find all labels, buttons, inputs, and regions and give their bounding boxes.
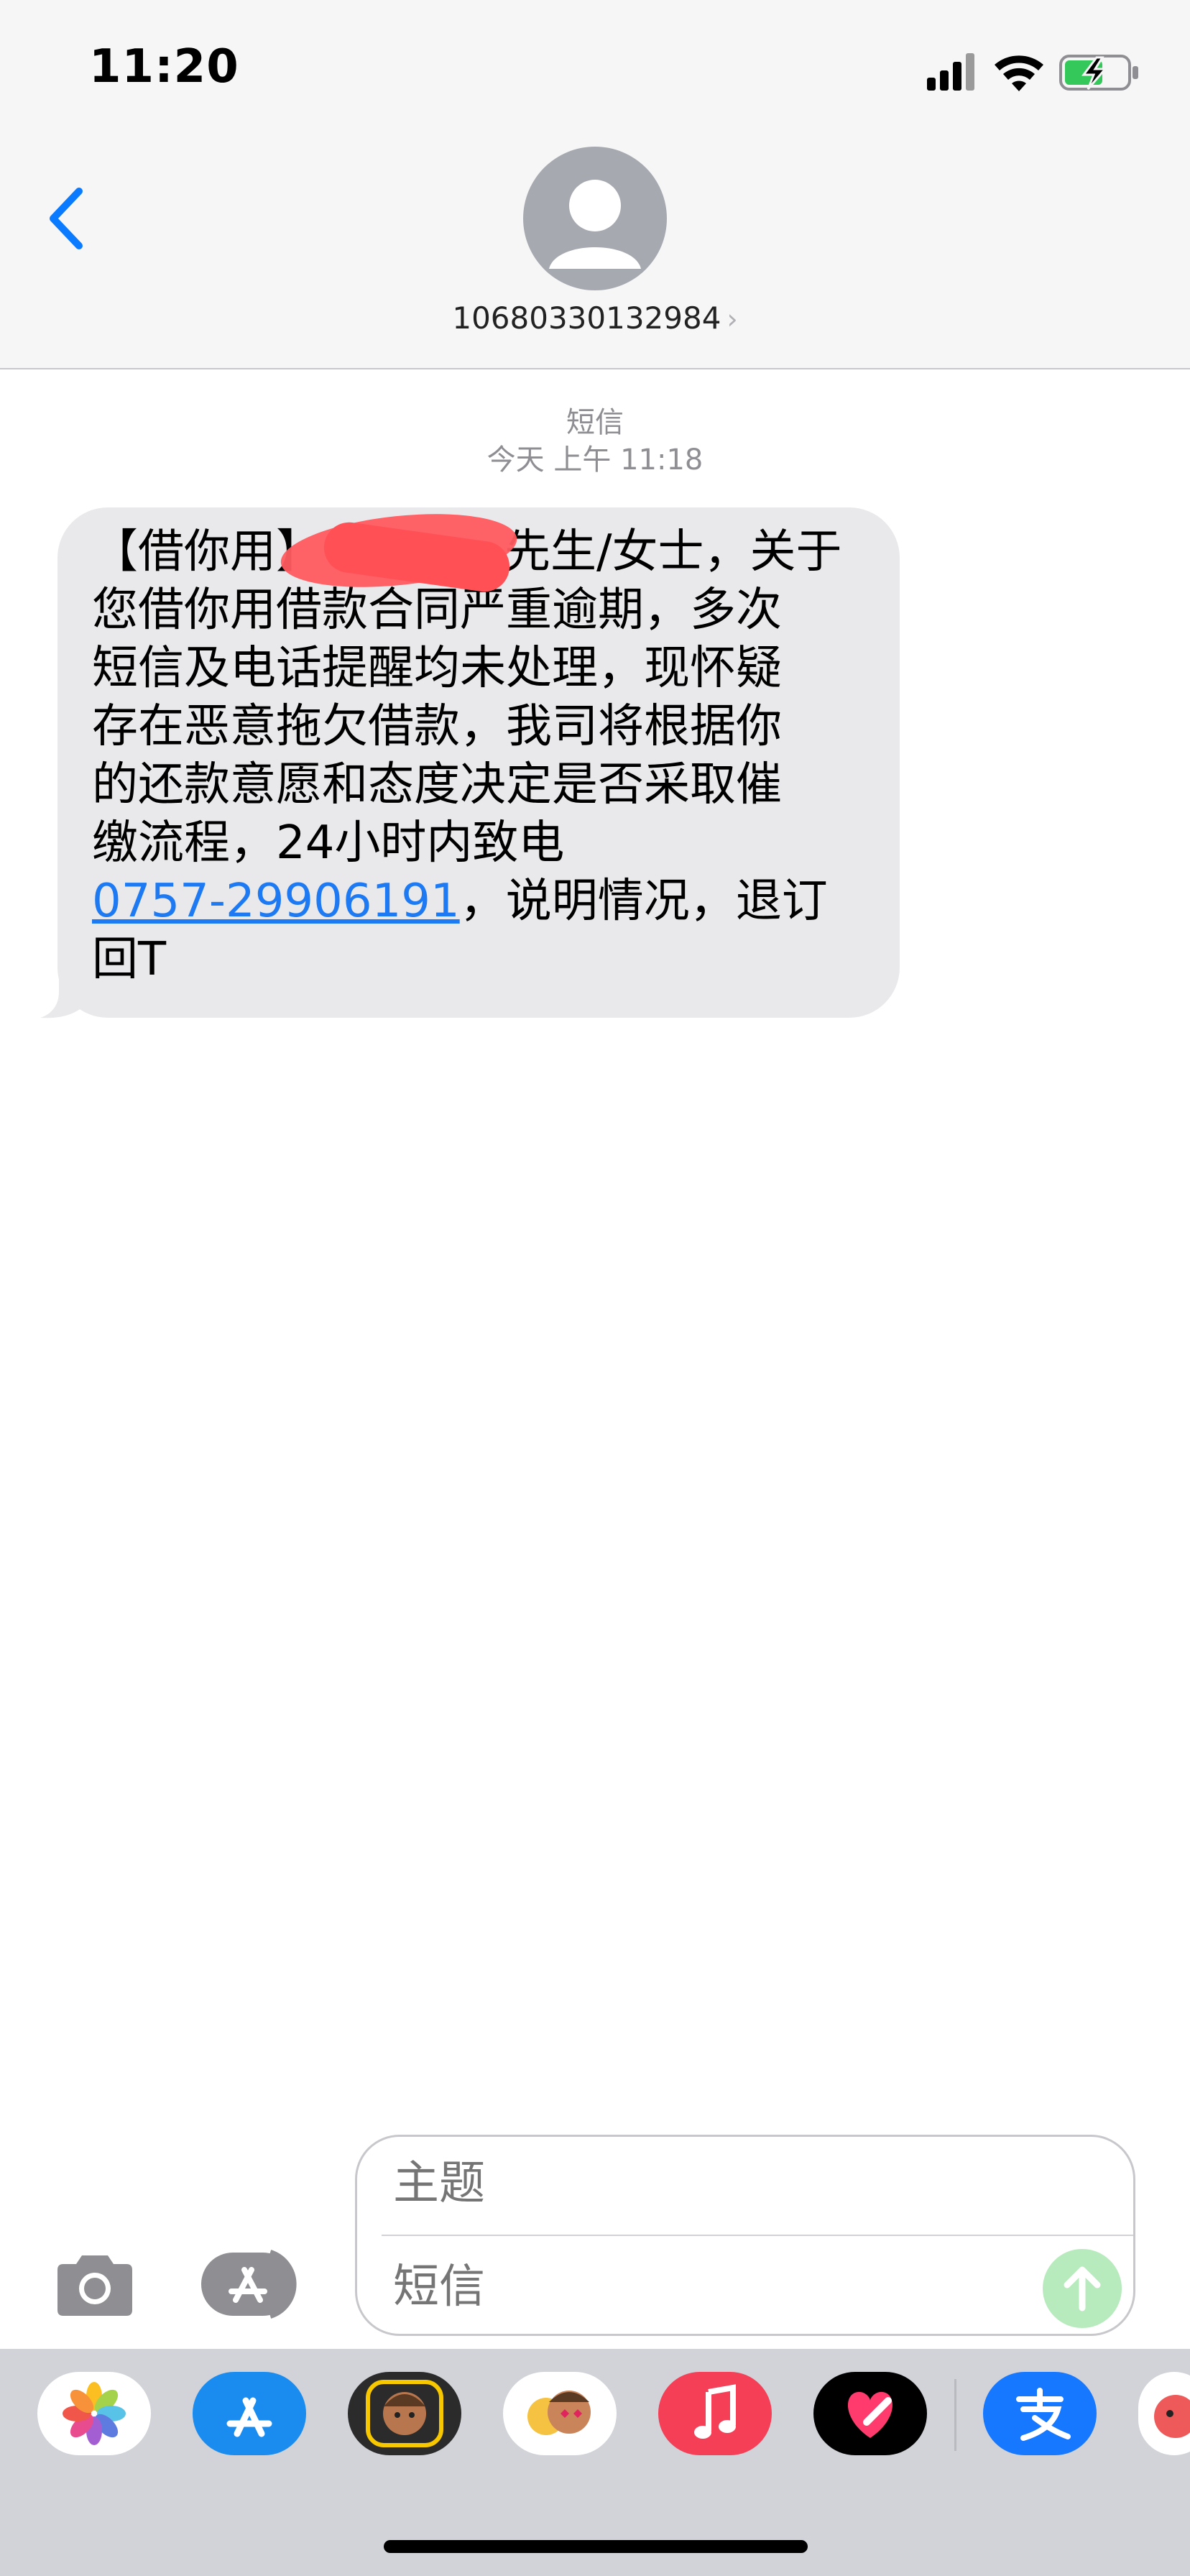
- status-time: 11:20: [89, 40, 239, 93]
- status-icons: [927, 53, 1138, 91]
- service-label: 短信: [566, 406, 624, 439]
- contact-name[interactable]: 10680330132984 ›: [0, 300, 1190, 336]
- drawer-separator: [954, 2379, 956, 2451]
- app-store-drawer-icon[interactable]: [198, 2250, 306, 2319]
- camera-icon[interactable]: [52, 2250, 138, 2319]
- battery-icon: [1059, 55, 1138, 91]
- arrow-up-icon: [1064, 2266, 1101, 2312]
- contact-number: 10680330132984: [452, 300, 721, 336]
- phone-link[interactable]: 0757-29906191: [92, 875, 460, 928]
- subject-input[interactable]: [393, 2157, 1040, 2210]
- alipay-app-icon[interactable]: [983, 2372, 1097, 2455]
- photos-app-icon[interactable]: [37, 2372, 151, 2455]
- animoji-app-icon[interactable]: [503, 2372, 617, 2455]
- contact-avatar[interactable]: [523, 147, 667, 290]
- home-indicator[interactable]: [384, 2540, 808, 2553]
- message-timestamp: 今天 上午 11:18: [486, 443, 704, 477]
- music-app-icon[interactable]: [658, 2372, 772, 2455]
- back-chevron-icon[interactable]: [40, 178, 98, 257]
- compose-divider: [382, 2235, 1133, 2236]
- chevron-right-icon: ›: [727, 303, 738, 335]
- message-text: 【借你用】 先生/女士，关于 您借你用借款合同严重逾期，多次 短信及电话提醒均未处…: [92, 525, 842, 986]
- thread-meta: 短信 今天 上午 11:18: [0, 404, 1190, 479]
- digital-touch-app-icon[interactable]: [813, 2372, 927, 2455]
- person-icon: [549, 180, 641, 269]
- conversation-header: 11:20 10680330132984 ›: [0, 0, 1190, 369]
- other-app-icon[interactable]: [1138, 2372, 1190, 2455]
- compose-field[interactable]: [355, 2135, 1135, 2336]
- memoji-app-icon[interactable]: [348, 2372, 461, 2455]
- send-button[interactable]: [1043, 2249, 1122, 2328]
- wifi-icon: [995, 55, 1043, 91]
- message-input[interactable]: [393, 2260, 982, 2314]
- app-store-app-icon[interactable]: [193, 2372, 306, 2455]
- signal-icon: [927, 53, 974, 91]
